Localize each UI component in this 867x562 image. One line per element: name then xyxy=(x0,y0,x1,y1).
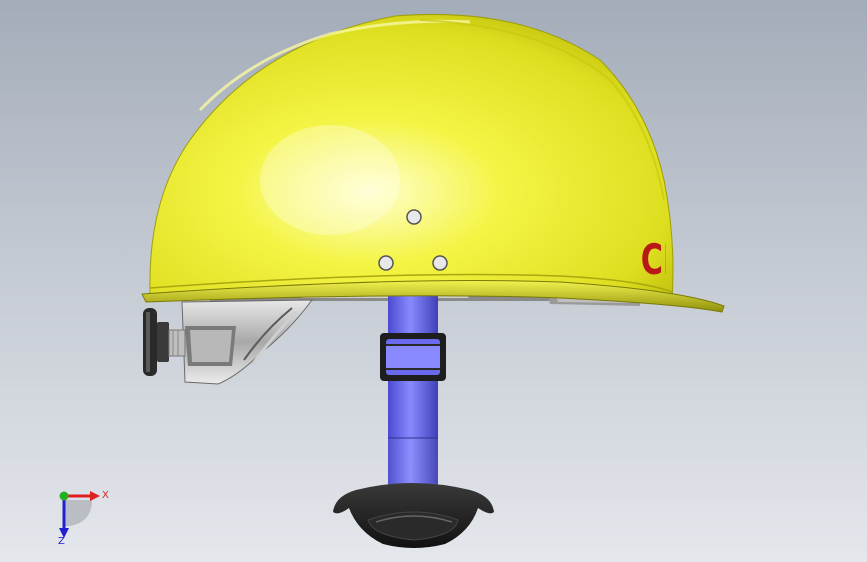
shell-lettering: CH xyxy=(641,235,688,284)
vent-hole xyxy=(406,209,422,225)
orientation-triad[interactable]: X Z xyxy=(40,478,120,548)
z-axis-label: Z xyxy=(58,536,65,547)
vent-hole xyxy=(432,255,448,271)
y-axis-dot xyxy=(59,491,69,501)
rear-bracket xyxy=(181,299,313,385)
helmet-model[interactable]: CH xyxy=(0,0,867,562)
graphics-viewport[interactable]: CH X Z xyxy=(0,0,867,562)
vent-hole xyxy=(378,255,394,271)
helmet-shell[interactable] xyxy=(149,13,674,301)
chin-strap xyxy=(388,288,438,490)
chin-cup xyxy=(333,483,494,548)
ratchet-knob[interactable] xyxy=(143,308,186,376)
x-axis-label: X xyxy=(102,490,109,501)
x-axis-arrowhead xyxy=(90,491,100,501)
strap-buckle[interactable] xyxy=(380,333,446,381)
